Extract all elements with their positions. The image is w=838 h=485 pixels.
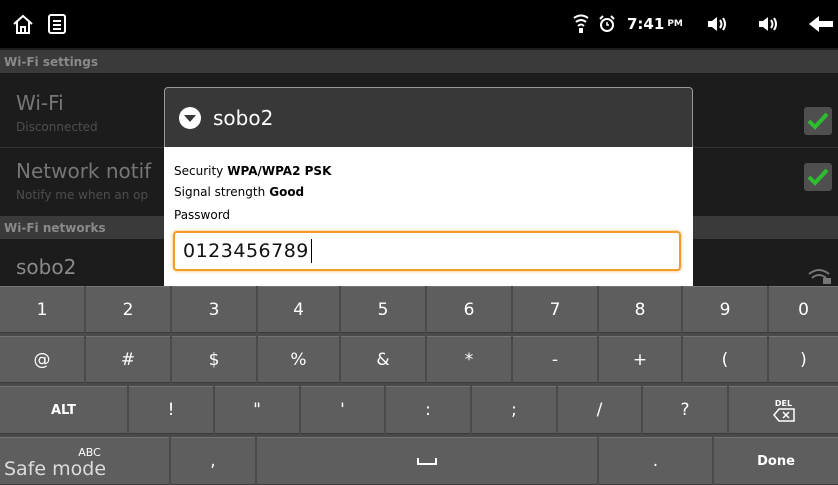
key-9[interactable]: 9 — [683, 286, 767, 333]
network-notification-checkbox[interactable] — [804, 163, 832, 191]
checkmark-icon — [807, 168, 829, 186]
space-bar-icon — [417, 458, 437, 465]
key-8[interactable]: 8 — [599, 286, 681, 333]
soft-keyboard: 1 2 3 4 5 6 7 8 9 0 @ # $ % & * - + ( ) … — [0, 286, 838, 485]
clock-time: 7:41 — [627, 15, 665, 33]
key-ampersand[interactable]: & — [341, 336, 425, 383]
wifi-title[interactable]: Wi-Fi — [16, 91, 64, 115]
home-icon[interactable] — [10, 0, 36, 48]
safe-mode-indicator: Safe mode — [4, 458, 107, 480]
done-key[interactable]: Done — [714, 437, 838, 485]
key-single-quote[interactable]: ' — [301, 386, 384, 434]
key-1[interactable]: 1 — [0, 286, 84, 333]
alt-key[interactable]: ALT — [0, 386, 127, 434]
status-bar: 7:41 PM — [0, 0, 838, 48]
password-label: Password — [174, 208, 231, 222]
alarm-icon — [597, 0, 617, 48]
signal-value: Good — [269, 185, 305, 199]
network-notification-title[interactable]: Network notif — [16, 159, 151, 183]
delete-key[interactable]: DEL — [729, 386, 838, 434]
key-0[interactable]: 0 — [769, 286, 838, 333]
wifi-connect-dialog: sobo2 Security WPA/WPA2 PSK Signal streng… — [164, 87, 693, 286]
key-open-paren[interactable]: ( — [683, 336, 767, 383]
checkmark-icon — [807, 112, 829, 130]
signal-label: Signal strength — [174, 185, 266, 199]
wifi-checkbox[interactable] — [804, 107, 832, 135]
security-row: Security WPA/WPA2 PSK — [174, 164, 331, 178]
dialog-header: sobo2 — [164, 87, 693, 147]
key-slash[interactable]: / — [558, 386, 641, 434]
key-hash[interactable]: # — [86, 336, 170, 383]
network-list-item[interactable]: sobo2 — [16, 255, 76, 279]
key-exclamation[interactable]: ! — [129, 386, 213, 434]
password-field[interactable]: 0123456789 — [173, 231, 681, 271]
key-percent[interactable]: % — [258, 336, 339, 383]
wifi-icon — [571, 0, 591, 48]
key-6[interactable]: 6 — [427, 286, 511, 333]
dialog-body: Security WPA/WPA2 PSK Signal strength Good… — [164, 147, 693, 286]
key-at[interactable]: @ — [0, 336, 84, 383]
security-value: WPA/WPA2 PSK — [227, 164, 332, 178]
security-label: Security — [174, 164, 224, 178]
text-cursor — [310, 239, 312, 263]
key-plus[interactable]: + — [599, 336, 681, 383]
key-colon[interactable]: : — [386, 386, 470, 434]
clock: 7:41 PM — [627, 0, 683, 48]
volume-down-icon[interactable] — [705, 0, 733, 48]
menu-icon[interactable] — [44, 0, 70, 48]
volume-up-icon[interactable] — [756, 0, 784, 48]
key-double-quote[interactable]: " — [215, 386, 299, 434]
clock-ampm: PM — [667, 19, 683, 29]
key-question[interactable]: ? — [643, 386, 727, 434]
key-dollar[interactable]: $ — [172, 336, 256, 383]
back-icon[interactable] — [806, 0, 836, 48]
wifi-summary: Disconnected — [16, 120, 98, 134]
backspace-icon — [772, 407, 795, 422]
key-semicolon[interactable]: ; — [472, 386, 556, 434]
password-value: 0123456789 — [183, 240, 309, 262]
key-3[interactable]: 3 — [172, 286, 256, 333]
key-asterisk[interactable]: * — [427, 336, 511, 383]
network-notification-summary: Notify me when an op — [16, 188, 149, 202]
key-7[interactable]: 7 — [513, 286, 597, 333]
space-key[interactable] — [257, 437, 597, 485]
delete-key-label: DEL — [774, 398, 793, 408]
key-period[interactable]: . — [599, 437, 712, 485]
signal-row: Signal strength Good — [174, 185, 304, 199]
key-2[interactable]: 2 — [86, 286, 170, 333]
key-close-paren[interactable]: ) — [769, 336, 838, 383]
key-5[interactable]: 5 — [341, 286, 425, 333]
key-4[interactable]: 4 — [258, 286, 339, 333]
wifi-settings-header: Wi-Fi settings — [0, 50, 838, 73]
key-comma[interactable]: , — [171, 437, 255, 485]
wifi-dialog-icon — [177, 88, 203, 148]
wifi-signal-lock-icon — [806, 264, 834, 286]
dialog-title: sobo2 — [213, 106, 274, 130]
key-minus[interactable]: - — [513, 336, 597, 383]
